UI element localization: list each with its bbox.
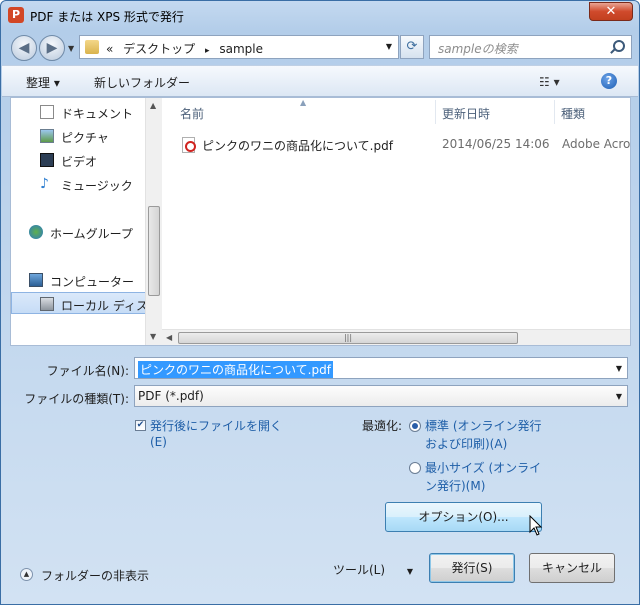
homegroup-icon	[29, 225, 43, 239]
sort-ascending-icon: ▲	[300, 98, 307, 107]
forward-button[interactable]: ▶	[39, 35, 65, 61]
command-bar: 整理 ▾ 新しいフォルダー ☷ ▾ ?	[2, 65, 638, 97]
powerpoint-app-icon: P	[8, 7, 24, 23]
open-after-publish-label[interactable]: 発行後にファイルを開く	[150, 417, 282, 434]
pdf-file-icon	[182, 137, 196, 153]
horizontal-scroll-thumb[interactable]: |||	[178, 332, 518, 344]
sidebar-item-label: ミュージック	[61, 179, 133, 193]
chevron-down-icon[interactable]: ▼	[616, 392, 622, 401]
help-icon[interactable]: ?	[601, 73, 617, 89]
video-icon	[40, 153, 54, 167]
chevron-up-icon: ▲	[20, 568, 33, 581]
filename-field[interactable]: ピンクのワニの商品化について.pdf ▼	[134, 357, 628, 379]
address-dropdown-icon[interactable]: ▼	[386, 42, 392, 51]
document-icon	[40, 105, 54, 119]
filename-label: ファイル名(N):	[46, 364, 129, 378]
sidebar-item-label: ピクチャ	[61, 131, 109, 145]
optimize-minimum-label-line2[interactable]: ン発行)(M)	[425, 477, 485, 494]
organize-menu[interactable]: 整理 ▾	[26, 74, 60, 91]
optimize-label: 最適化:	[362, 419, 403, 433]
optimize-standard-radio[interactable]	[409, 420, 421, 432]
tools-menu[interactable]: ツール(L) ▼	[333, 561, 413, 578]
sidebar-item-homegroup[interactable]: ホームグループ	[11, 221, 151, 243]
column-divider[interactable]	[554, 100, 555, 124]
file-list: ▲ 名前 更新日時 種類 ピンクのワニの商品化について.pdf 2014/06/…	[162, 98, 630, 345]
sidebar-item-label: ビデオ	[61, 155, 98, 169]
sidebar-item-local-disk[interactable]: ローカル ディスク	[11, 292, 160, 314]
column-header-name[interactable]: 名前	[180, 105, 204, 122]
breadcrumb-overflow[interactable]: «	[106, 42, 113, 56]
sidebar-item-label: ホームグループ	[50, 227, 133, 241]
breadcrumb-desktop[interactable]: デスクトップ	[123, 42, 195, 56]
mouse-cursor-icon	[529, 515, 543, 536]
sidebar-item-documents[interactable]: ドキュメント	[11, 101, 151, 123]
optimize-standard-label-line2[interactable]: および印刷)(A)	[425, 435, 507, 452]
cancel-button[interactable]: キャンセル	[529, 553, 615, 583]
tools-label: ツール(L)	[333, 563, 386, 577]
title-bar: P PDF または XPS 形式で発行 ✕	[1, 1, 639, 31]
sidebar-item-label: コンピューター	[50, 275, 135, 289]
search-icon[interactable]	[613, 40, 625, 52]
sidebar-scroll-thumb[interactable]	[148, 206, 160, 296]
scroll-down-icon[interactable]: ▼	[150, 332, 156, 341]
hide-folders-label: フォルダーの非表示	[41, 569, 150, 583]
publish-dialog: P PDF または XPS 形式で発行 ✕ ◀ ▶ ▼ « デスクトップ ▸ s…	[0, 0, 640, 605]
sidebar-item-pictures[interactable]: ピクチャ	[11, 125, 151, 147]
breadcrumb-sample[interactable]: sample	[219, 42, 263, 56]
table-row[interactable]: ピンクのワニの商品化について.pdf 2014/06/25 14:06 Adob…	[176, 136, 630, 154]
breadcrumb-separator[interactable]: ▸	[205, 46, 210, 56]
recent-locations-dropdown[interactable]: ▼	[68, 44, 74, 53]
column-divider[interactable]	[435, 100, 436, 124]
optimize-standard-label[interactable]: 標準 (オンライン発行	[425, 417, 542, 434]
folder-icon	[85, 40, 99, 54]
filename-value: ピンクのワニの商品化について.pdf	[138, 361, 333, 378]
picture-icon	[40, 129, 54, 143]
scroll-left-icon[interactable]: ◀	[166, 333, 172, 342]
scroll-up-icon[interactable]: ▲	[150, 101, 156, 110]
browser-pane: ドキュメント ピクチャ ビデオ ♪ ミュージック ホームグループ コンピューター	[10, 97, 631, 346]
computer-icon	[29, 273, 43, 287]
sidebar-item-computer[interactable]: コンピューター	[11, 269, 151, 291]
chevron-down-icon[interactable]: ▼	[616, 364, 622, 373]
optimize-minimum-label[interactable]: 最小サイズ (オンライ	[425, 459, 541, 476]
file-date: 2014/06/25 14:06	[442, 137, 550, 151]
search-placeholder: sampleの検索	[438, 42, 518, 56]
back-button[interactable]: ◀	[11, 35, 37, 61]
refresh-icon[interactable]: ⟳	[400, 35, 424, 59]
close-button[interactable]: ✕	[589, 2, 633, 21]
sidebar-item-music[interactable]: ♪ ミュージック	[11, 173, 151, 195]
music-icon: ♪	[40, 176, 49, 192]
options-button[interactable]: オプション(O)...	[385, 502, 542, 532]
search-input[interactable]: sampleの検索	[429, 35, 632, 59]
breadcrumb: « デスクトップ ▸ sample	[106, 40, 269, 57]
sidebar-item-label: ドキュメント	[61, 107, 134, 121]
filetype-label: ファイルの種類(T):	[24, 392, 129, 406]
file-type: Adobe Acrobat	[562, 137, 630, 151]
sidebar-item-videos[interactable]: ビデオ	[11, 149, 151, 171]
window-title: PDF または XPS 形式で発行	[30, 10, 184, 24]
sidebar-scrollbar[interactable]: ▲ ▼	[145, 98, 162, 345]
disk-icon	[40, 297, 54, 311]
view-options-icon[interactable]: ☷ ▾	[539, 75, 560, 89]
publish-button[interactable]: 発行(S)	[429, 553, 515, 583]
navigation-bar: ◀ ▶ ▼ « デスクトップ ▸ sample ▼ ⟳ sampleの検索	[1, 31, 639, 65]
column-header-date[interactable]: 更新日時	[442, 105, 490, 122]
open-after-publish-checkbox[interactable]: ✔	[135, 420, 146, 431]
file-name: ピンクのワニの商品化について.pdf	[202, 139, 393, 153]
optimize-minimum-radio[interactable]	[409, 462, 421, 474]
filetype-select[interactable]: PDF (*.pdf) ▼	[134, 385, 628, 407]
horizontal-scrollbar[interactable]: ◀ |||	[162, 329, 630, 345]
filetype-value: PDF (*.pdf)	[138, 389, 204, 403]
column-header-type[interactable]: 種類	[561, 105, 585, 122]
chevron-down-icon: ▼	[406, 567, 414, 576]
navigation-pane: ドキュメント ピクチャ ビデオ ♪ ミュージック ホームグループ コンピューター	[11, 98, 162, 345]
new-folder-button[interactable]: 新しいフォルダー	[94, 74, 190, 91]
open-after-publish-shortcut[interactable]: (E)	[150, 435, 167, 449]
address-bar[interactable]: « デスクトップ ▸ sample ▼	[79, 35, 399, 59]
